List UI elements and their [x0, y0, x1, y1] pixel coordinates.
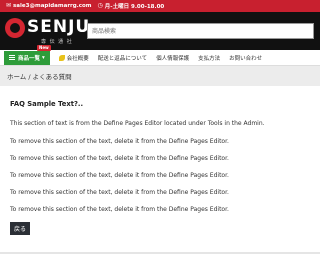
- nav-item-contact[interactable]: お問い合わせ: [229, 54, 262, 62]
- content-paragraph: To remove this section of the text, dele…: [10, 172, 229, 179]
- content-paragraph: To remove this section of the text, dele…: [10, 206, 229, 213]
- intro-paragraph: This section of text is from the Define …: [10, 120, 265, 127]
- page-title: FAQ Sample Text?..: [10, 100, 84, 108]
- nav-item-privacy[interactable]: 個人情報保護: [156, 54, 189, 62]
- hours-text: 月-土曜日 9.00-18.00: [104, 4, 165, 10]
- main-nav: 商品一覧 ▾ New 会社概要 配送と返品について 個人情報保護 支払方法 お問…: [0, 44, 320, 66]
- mail-icon: ✉: [6, 2, 12, 9]
- nav-item-payment[interactable]: 支払方法: [198, 54, 220, 62]
- logo-mark-icon: [5, 18, 25, 38]
- breadcrumb[interactable]: ホーム / よくある質問: [0, 66, 320, 86]
- hamburger-icon: [9, 55, 15, 60]
- nav-item-company[interactable]: 会社概要: [58, 54, 89, 62]
- logo-text: SENJU: [27, 17, 91, 37]
- content-paragraph: To remove this section of the text, dele…: [10, 155, 229, 162]
- top-info-bar: ✉ sale3@mapidamarrg.com ◷ 月-土曜日 9.00-18.…: [0, 0, 320, 12]
- content-paragraph: To remove this section of the text, dele…: [10, 138, 229, 145]
- leaf-icon: [58, 54, 65, 61]
- category-menu-button[interactable]: 商品一覧 ▾ New: [4, 44, 51, 65]
- category-label: 商品一覧: [18, 55, 41, 62]
- clock-icon: ◷: [97, 2, 103, 9]
- email-info[interactable]: ✉ sale3@mapidamarrg.com: [6, 2, 92, 10]
- main-content: FAQ Sample Text?.. This section of text …: [0, 86, 320, 254]
- chevron-down-icon: ▾: [42, 54, 45, 61]
- site-logo[interactable]: SENJU 専 伝 通 社: [5, 16, 89, 46]
- nav-label: 会社概要: [66, 55, 89, 62]
- hours-info: ◷ 月-土曜日 9.00-18.00: [97, 2, 165, 11]
- email-text: sale3@mapidamarrg.com: [13, 3, 92, 9]
- content-paragraph: To remove this section of the text, dele…: [10, 189, 229, 196]
- back-button[interactable]: 戻る: [10, 222, 31, 235]
- new-badge: New: [37, 44, 51, 51]
- search-input[interactable]: [87, 23, 314, 39]
- logo-subtext: 専 伝 通 社: [41, 39, 73, 45]
- nav-item-shipping[interactable]: 配送と返品について: [98, 54, 147, 62]
